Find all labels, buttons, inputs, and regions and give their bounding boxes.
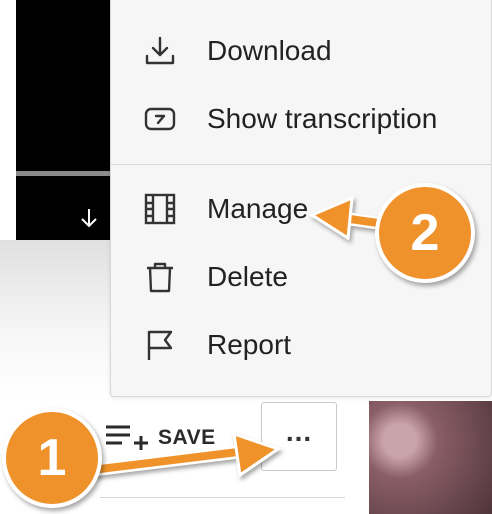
step-1-badge: 1 — [2, 408, 102, 508]
arrow-to-more-button — [85, 431, 282, 478]
step-2-badge: 2 — [375, 183, 475, 283]
